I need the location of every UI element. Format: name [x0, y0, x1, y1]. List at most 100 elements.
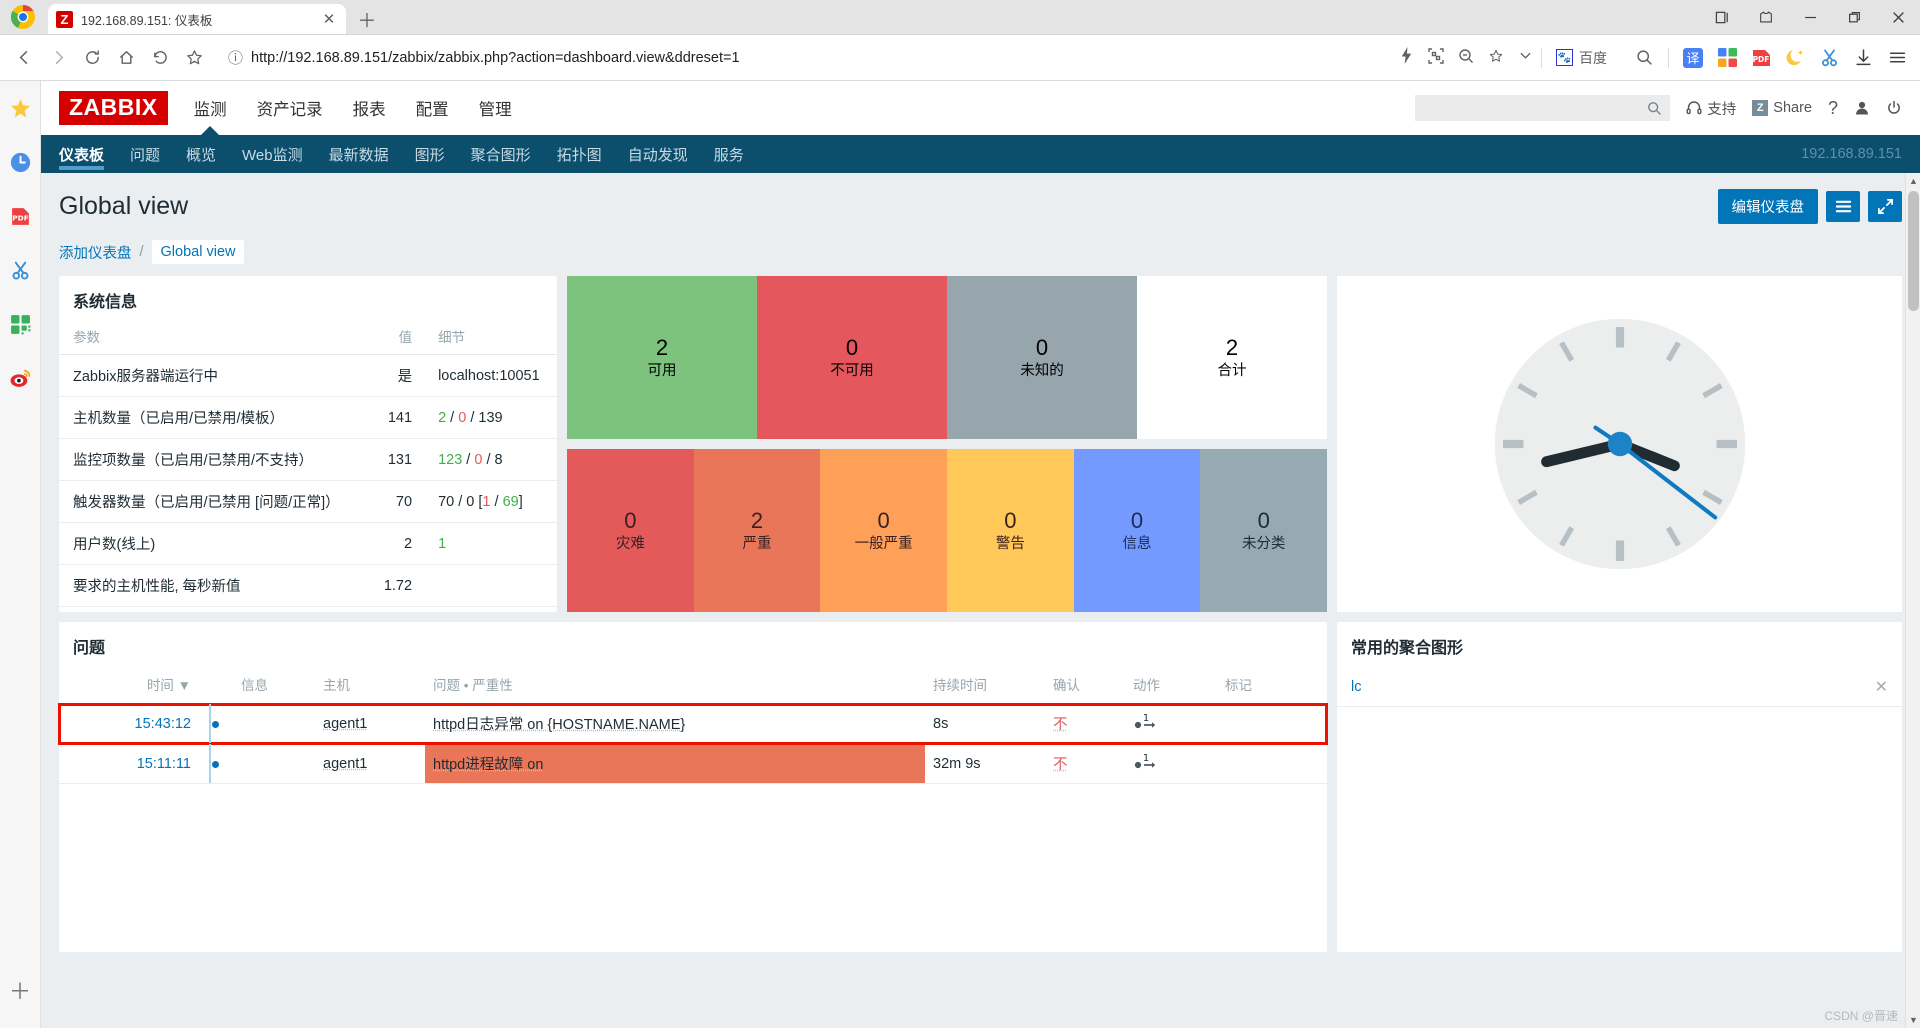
address-bar[interactable]: ⓘ http://192.168.89.151/zabbix/zabbix.ph…: [218, 43, 1617, 73]
fullscreen-button[interactable]: [1868, 191, 1902, 222]
menu-item-inventory[interactable]: 资产记录: [257, 81, 323, 135]
subnav-graphs[interactable]: 图形: [415, 135, 445, 173]
back-icon[interactable]: [8, 42, 40, 74]
problem-ack[interactable]: 不: [1045, 743, 1125, 784]
support-link[interactable]: 支持: [1686, 98, 1736, 119]
host-link[interactable]: agent1: [323, 716, 367, 732]
favourite-graph-link[interactable]: lc: [1351, 679, 1361, 695]
tile-not-available[interactable]: 0 不可用: [757, 276, 947, 439]
problem-time[interactable]: 15:43:12: [99, 703, 199, 744]
problem-link[interactable]: httpd日志异常 on {HOSTNAME.NAME}: [433, 717, 685, 733]
menu-item-configuration[interactable]: 配置: [416, 81, 449, 135]
menu-item-monitoring[interactable]: 监测: [194, 81, 227, 135]
tile-average[interactable]: 0 一般严重: [820, 449, 948, 612]
tile-warning[interactable]: 0 警告: [947, 449, 1074, 612]
subnav-screens[interactable]: 聚合图形: [471, 135, 531, 173]
split-screen-icon[interactable]: [1700, 0, 1744, 35]
window-close-icon[interactable]: [1876, 0, 1920, 35]
darkmode-moon-icon[interactable]: [1780, 43, 1810, 73]
edit-dashboard-button[interactable]: 编辑仪表盘: [1717, 189, 1818, 224]
scrollbar-thumb[interactable]: [1908, 191, 1919, 311]
close-icon[interactable]: ✕: [320, 10, 338, 28]
star-icon[interactable]: [1488, 48, 1504, 68]
search-icon[interactable]: [1629, 43, 1659, 73]
pdf-icon[interactable]: PDF: [1746, 43, 1776, 73]
page-scrollbar[interactable]: ▲ ▼: [1905, 173, 1920, 1028]
minimize-icon[interactable]: [1788, 0, 1832, 35]
problem-time-link[interactable]: 15:11:11: [137, 756, 191, 772]
problem-time-link[interactable]: 15:43:12: [135, 716, 191, 732]
tile-information[interactable]: 0 信息: [1073, 449, 1201, 612]
signout-link[interactable]: [1886, 100, 1902, 116]
maximize-icon[interactable]: [1832, 0, 1876, 35]
problem-name[interactable]: httpd进程故障 on: [425, 743, 925, 784]
zabbix-logo[interactable]: ZABBIX: [59, 91, 168, 125]
subnav-maps[interactable]: 拓扑图: [557, 135, 602, 173]
subnav-overview[interactable]: 概览: [186, 135, 216, 173]
lightning-icon[interactable]: [1399, 47, 1414, 68]
table-row[interactable]: 15:43:12 agent1 httpd日志异常 on {HOSTNAME.N…: [58, 702, 1328, 745]
dashboard-menu-button[interactable]: [1826, 191, 1860, 222]
grid-icon[interactable]: [7, 311, 33, 337]
bookmark-star-icon[interactable]: [178, 42, 210, 74]
pdf-icon[interactable]: PDF: [7, 203, 33, 229]
tile-not-classified[interactable]: 0 未分类: [1200, 449, 1328, 612]
problem-time[interactable]: 15:11:11: [99, 743, 199, 784]
subnav-discovery[interactable]: 自动发现: [628, 135, 688, 173]
problem-actions[interactable]: 1: [1125, 703, 1217, 744]
chevron-down-icon[interactable]: [1518, 48, 1533, 67]
user-profile-link[interactable]: [1854, 100, 1870, 116]
reload-icon[interactable]: [76, 42, 108, 74]
col-host[interactable]: 主机: [315, 668, 425, 704]
problem-host[interactable]: agent1: [315, 703, 425, 744]
help-link[interactable]: ?: [1828, 98, 1838, 119]
list-item[interactable]: lc ✕: [1337, 668, 1902, 707]
menu-icon[interactable]: [1882, 43, 1912, 73]
forward-icon[interactable]: [42, 42, 74, 74]
tile-unknown[interactable]: 0 未知的: [947, 276, 1137, 439]
scroll-up-icon[interactable]: ▲: [1906, 173, 1920, 189]
col-time[interactable]: 时间 ▼: [99, 668, 199, 704]
search-input[interactable]: [1423, 100, 1648, 116]
share-link[interactable]: Z Share: [1752, 100, 1812, 116]
menu-item-reports[interactable]: 报表: [353, 81, 386, 135]
browser-tab[interactable]: Z 192.168.89.151: 仪表板 ✕: [48, 4, 346, 34]
translate-icon[interactable]: 译: [1678, 43, 1708, 73]
new-tab-button[interactable]: ＋: [352, 4, 382, 34]
problem-host[interactable]: agent1: [315, 743, 425, 784]
scissors-icon[interactable]: [1814, 43, 1844, 73]
weibo-icon[interactable]: [7, 365, 33, 391]
problem-name[interactable]: httpd日志异常 on {HOSTNAME.NAME}: [425, 703, 925, 744]
subnav-web[interactable]: Web监测: [242, 135, 303, 173]
subnav-latest-data[interactable]: 最新数据: [329, 135, 389, 173]
security-info-icon[interactable]: ⓘ: [228, 47, 243, 68]
tile-disaster[interactable]: 0 灾难: [567, 449, 694, 612]
scissors-icon[interactable]: [7, 257, 33, 283]
subnav-dashboard[interactable]: 仪表板: [59, 135, 105, 173]
star-icon[interactable]: [7, 95, 33, 121]
problem-link[interactable]: httpd进程故障 on: [433, 757, 543, 773]
history-icon[interactable]: [144, 42, 176, 74]
ack-link[interactable]: 不: [1053, 717, 1068, 733]
table-row[interactable]: 15:11:11 agent1 httpd进程故障 on 32m 9s 不 1: [59, 743, 1327, 784]
home-icon[interactable]: [110, 42, 142, 74]
problem-actions[interactable]: 1: [1125, 743, 1217, 784]
search-icon[interactable]: [1647, 101, 1662, 116]
shirt-icon[interactable]: [1744, 0, 1788, 35]
clock-icon[interactable]: [7, 149, 33, 175]
subnav-problems[interactable]: 问题: [130, 135, 160, 173]
zoom-icon[interactable]: [1458, 48, 1474, 68]
search-engine-chip[interactable]: 🐾 百度: [1541, 47, 1607, 68]
problem-ack[interactable]: 不: [1045, 703, 1125, 744]
host-link[interactable]: agent1: [323, 756, 367, 772]
qr-icon[interactable]: [1428, 47, 1444, 68]
download-icon[interactable]: [1848, 43, 1878, 73]
global-search[interactable]: [1415, 95, 1671, 121]
tile-high[interactable]: 2 严重: [693, 449, 821, 612]
remove-favourite-icon[interactable]: ✕: [1875, 677, 1888, 697]
col-problem-severity[interactable]: 问题 • 严重性: [425, 668, 925, 704]
tile-total[interactable]: 2 合计: [1137, 276, 1327, 439]
tile-available[interactable]: 2 可用: [567, 276, 757, 439]
ack-link[interactable]: 不: [1053, 757, 1068, 773]
breadcrumb-add-dashboard[interactable]: 添加仪表盘: [59, 242, 132, 263]
